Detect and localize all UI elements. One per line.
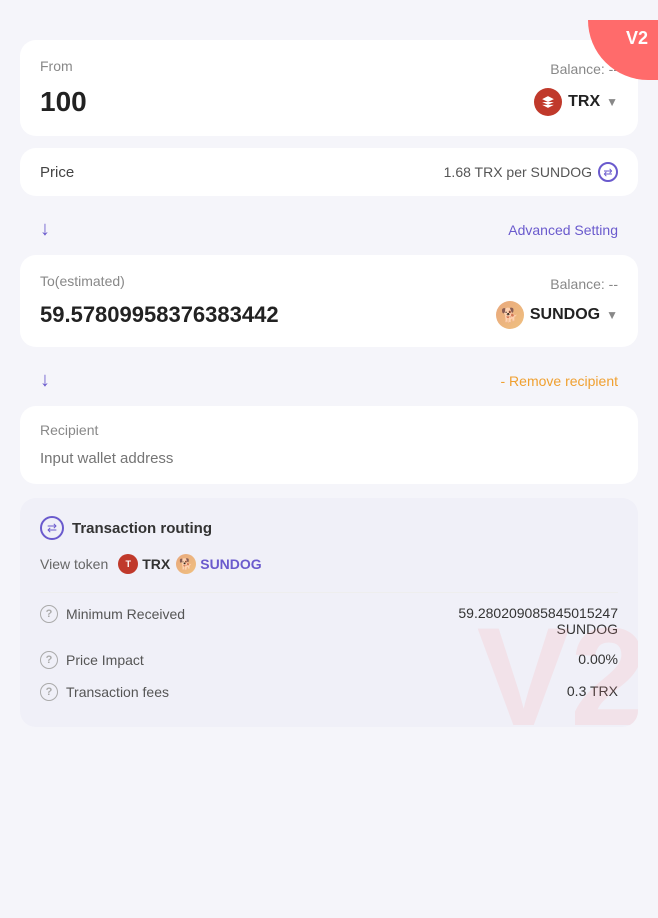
to-token-chevron: ▼ — [606, 308, 618, 322]
routing-section: ⇄ Transaction routing View token T TRX 🐕… — [20, 498, 638, 727]
sundog-small-icon: 🐕 — [176, 554, 196, 574]
from-label: From — [40, 58, 73, 74]
recipient-card: Recipient — [20, 406, 638, 484]
to-label: To(estimated) — [40, 273, 125, 289]
arrow-down-icon-1: ↓ — [40, 218, 50, 241]
trx-small-icon: T — [118, 554, 138, 574]
token-tag-sundog[interactable]: 🐕 SUNDOG — [176, 554, 261, 574]
price-info-icon[interactable]: ⇄ — [598, 162, 618, 182]
price-impact-left: ? Price Impact — [40, 651, 144, 669]
transaction-fees-value: 0.3 TRX — [567, 683, 618, 699]
from-token-chevron: ▼ — [606, 95, 618, 109]
to-token-name: SUNDOG — [530, 306, 600, 324]
recipient-input[interactable] — [40, 450, 618, 467]
arrow-row-2: ↓ - Remove recipient — [20, 359, 638, 402]
from-card: From Balance: -- TRX ▼ — [20, 40, 638, 136]
transaction-fees-row: ? Transaction fees 0.3 TRX — [40, 683, 618, 701]
price-impact-row: ? Price Impact 0.00% — [40, 651, 618, 669]
token-tag-trx: T TRX — [118, 554, 170, 574]
price-card: Price 1.68 TRX per SUNDOG ⇄ — [20, 148, 638, 196]
remove-recipient-link[interactable]: - Remove recipient — [501, 373, 619, 389]
min-received-label: Minimum Received — [66, 606, 185, 622]
min-received-help-icon[interactable]: ? — [40, 605, 58, 623]
transaction-fees-label: Transaction fees — [66, 684, 169, 700]
recipient-label: Recipient — [40, 422, 618, 438]
arrow-row-1: ↓ Advanced Setting — [20, 208, 638, 251]
min-received-token: SUNDOG — [458, 621, 618, 637]
routing-token2-name: SUNDOG — [200, 556, 261, 572]
routing-header: ⇄ Transaction routing — [40, 516, 618, 540]
min-received-value: 59.280209085845015247 SUNDOG — [458, 605, 618, 637]
to-balance: Balance: -- — [550, 276, 618, 292]
routing-token1-name: TRX — [142, 556, 170, 572]
to-card: To(estimated) Balance: -- 59.57809958376… — [20, 255, 638, 347]
price-impact-help-icon[interactable]: ? — [40, 651, 58, 669]
to-token-selector[interactable]: 🐕 SUNDOG ▼ — [496, 301, 618, 329]
to-amount: 59.57809958376383442 — [40, 302, 496, 328]
arrow-down-icon-2: ↓ — [40, 369, 50, 392]
from-token-name: TRX — [568, 93, 600, 111]
view-token-row: View token T TRX 🐕 SUNDOG — [40, 554, 618, 574]
trx-icon — [534, 88, 562, 116]
price-impact-value: 0.00% — [578, 651, 618, 667]
price-value-row: 1.68 TRX per SUNDOG ⇄ — [444, 162, 618, 182]
routing-icon: ⇄ — [40, 516, 64, 540]
price-value-text: 1.68 TRX per SUNDOG — [444, 164, 592, 180]
routing-title: Transaction routing — [72, 520, 212, 537]
price-label: Price — [40, 164, 74, 181]
transaction-fees-help-icon[interactable]: ? — [40, 683, 58, 701]
advanced-setting-link[interactable]: Advanced Setting — [508, 222, 618, 238]
price-impact-label: Price Impact — [66, 652, 144, 668]
min-received-amount: 59.280209085845015247 — [458, 605, 618, 621]
min-received-row: ? Minimum Received 59.280209085845015247… — [40, 605, 618, 637]
min-received-left: ? Minimum Received — [40, 605, 185, 623]
sundog-icon: 🐕 — [496, 301, 524, 329]
from-amount-input[interactable] — [40, 86, 534, 118]
from-token-selector[interactable]: TRX ▼ — [534, 88, 618, 116]
transaction-fees-left: ? Transaction fees — [40, 683, 169, 701]
view-token-label: View token — [40, 556, 108, 572]
